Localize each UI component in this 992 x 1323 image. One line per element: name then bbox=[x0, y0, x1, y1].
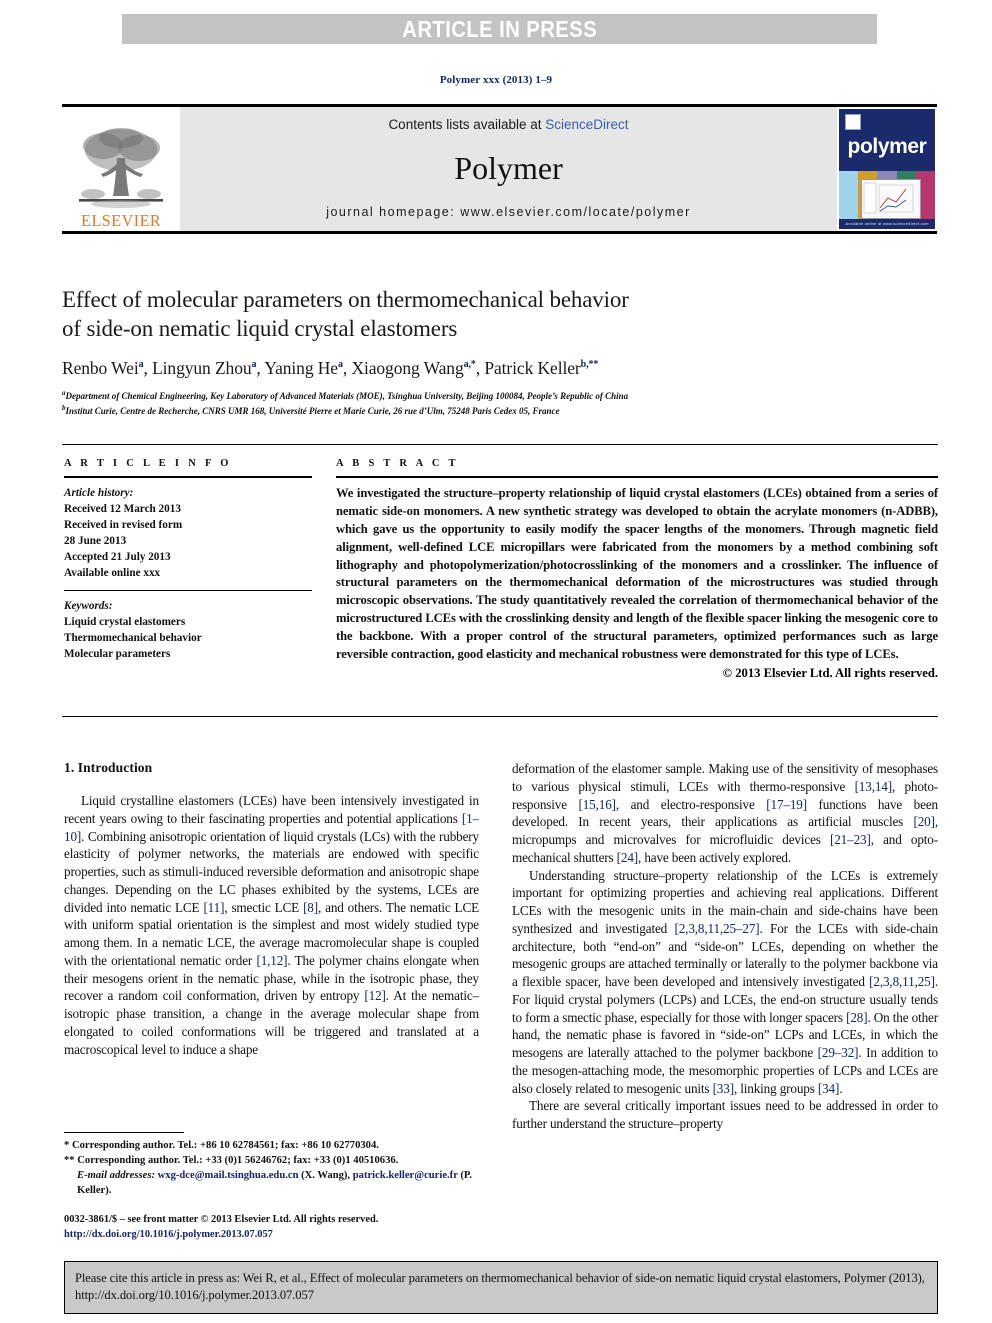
article-first-page: ARTICLE IN PRESS Polymer xxx (2013) 1–9 bbox=[0, 0, 992, 1323]
email-owner-wang: (X. Wang), bbox=[301, 1170, 351, 1182]
article-in-press-label: ARTICLE IN PRESS bbox=[402, 15, 597, 42]
keywords-label: Keywords: bbox=[64, 600, 113, 613]
affiliation-text: Department of Chemical Engineering, Key … bbox=[65, 390, 629, 401]
article-info-column: A R T I C L E I N F O Article history: R… bbox=[64, 458, 312, 662]
journal-cover-wrapper: polymer Available online at www.scienced… bbox=[837, 107, 937, 231]
keyword-item: Liquid crystal elastomers bbox=[64, 616, 186, 629]
affiliation-item: aDepartment of Chemical Engineering, Key… bbox=[62, 388, 938, 404]
divider-above-abstract bbox=[62, 444, 938, 445]
cover-journal-title: polymer bbox=[847, 135, 927, 158]
abstract-copyright: © 2013 Elsevier Ltd. All rights reserved… bbox=[722, 665, 938, 680]
body-paragraph: There are several critically important i… bbox=[512, 1098, 938, 1131]
article-history-label: Article history: bbox=[64, 487, 134, 499]
contents-lists-prefix: Contents lists available at bbox=[388, 117, 546, 132]
elsevier-tree-icon bbox=[73, 124, 169, 212]
body-column-right: deformation of the elastomer sample. Mak… bbox=[512, 760, 938, 1133]
page-title: Effect of molecular parameters on thermo… bbox=[62, 286, 938, 344]
divider-below-abstract bbox=[62, 716, 938, 717]
keyword-item: Molecular parameters bbox=[64, 648, 171, 661]
abstract-column: A B S T R A C T We investigated the stru… bbox=[336, 458, 938, 681]
history-item: Accepted 21 July 2013 bbox=[64, 551, 171, 564]
email-link-keller[interactable]: patrick.keller@curie.fr bbox=[353, 1170, 458, 1181]
affiliation-list: aDepartment of Chemical Engineering, Key… bbox=[62, 388, 938, 419]
author-affil-mark: a bbox=[251, 359, 257, 371]
article-in-press-banner: ARTICLE IN PRESS bbox=[122, 14, 877, 44]
author-affil-mark: b,** bbox=[580, 359, 599, 371]
title-block: Effect of molecular parameters on thermo… bbox=[62, 286, 938, 419]
abstract-rule bbox=[336, 476, 938, 478]
citation-notice-box: Please cite this article in press as: We… bbox=[64, 1261, 938, 1314]
body-column-left: 1. Introduction Liquid crystalline elast… bbox=[64, 760, 479, 1058]
journal-title: Polymer bbox=[454, 149, 563, 186]
keywords-rule bbox=[64, 590, 312, 592]
cover-publisher-badge-icon bbox=[845, 114, 861, 130]
journal-cover-image: polymer Available online at www.scienced… bbox=[839, 109, 935, 229]
author-name: Patrick Keller bbox=[484, 357, 581, 378]
email-addresses-label: E-mail addresses: bbox=[77, 1170, 155, 1182]
body-paragraph: deformation of the elastomer sample. Mak… bbox=[512, 761, 938, 865]
history-item: Received in revised form bbox=[64, 519, 183, 532]
history-item: Received 12 March 2013 bbox=[64, 503, 181, 516]
elsevier-wordmark: ELSEVIER bbox=[80, 211, 162, 230]
journal-homepage-line[interactable]: journal homepage: www.elsevier.com/locat… bbox=[326, 205, 691, 219]
article-info-rule bbox=[64, 476, 312, 478]
cover-inset-figure bbox=[861, 179, 921, 219]
corresponding-author-note-1: * Corresponding author. Tel.: +86 10 627… bbox=[64, 1140, 379, 1151]
title-line-2: of side-on nematic liquid crystal elasto… bbox=[62, 315, 458, 341]
author-affil-mark: a bbox=[138, 359, 144, 371]
abstract-text: We investigated the structure–property r… bbox=[336, 486, 938, 661]
author-affil-mark: a,* bbox=[463, 359, 476, 371]
history-item: Available online xxx bbox=[64, 567, 161, 580]
citation-notice-text: Please cite this article in press as: We… bbox=[75, 1271, 925, 1302]
author-name: Yaning He bbox=[264, 357, 338, 378]
affiliation-item: bInstitut Curie, Centre de Recherche, CN… bbox=[62, 403, 938, 419]
abstract-heading: A B S T R A C T bbox=[336, 458, 459, 469]
body-paragraph: Liquid crystalline elastomers (LCEs) hav… bbox=[64, 793, 479, 1057]
front-matter-line: 0032-3861/$ – see front matter © 2013 El… bbox=[64, 1214, 379, 1225]
title-line-1: Effect of molecular parameters on thermo… bbox=[62, 287, 629, 312]
footnote-rule bbox=[64, 1132, 184, 1133]
history-item: 28 June 2013 bbox=[64, 535, 127, 548]
affiliation-text: Institut Curie, Centre de Recherche, CNR… bbox=[65, 406, 560, 417]
article-history-block: Article history: Received 12 March 2013 … bbox=[64, 485, 312, 581]
section-heading-introduction: 1. Introduction bbox=[64, 760, 153, 775]
masthead-center-panel: Contents lists available at ScienceDirec… bbox=[180, 107, 837, 231]
keyword-item: Thermomechanical behavior bbox=[64, 632, 202, 645]
body-paragraph: Understanding structure–property relatio… bbox=[512, 867, 938, 1096]
footnote-block: * Corresponding author. Tel.: +86 10 627… bbox=[64, 1132, 479, 1198]
keywords-block: Keywords: Liquid crystal elastomers Ther… bbox=[64, 598, 312, 662]
article-info-heading: A R T I C L E I N F O bbox=[64, 458, 232, 469]
doi-link[interactable]: http://dx.doi.org/10.1016/j.polymer.2013… bbox=[64, 1227, 504, 1242]
author-list: Renbo Weia, Lingyun Zhoua, Yaning Hea, X… bbox=[62, 357, 599, 378]
author-name: Xiaogong Wang bbox=[351, 357, 464, 378]
author-name: Renbo Wei bbox=[62, 357, 139, 378]
elsevier-logo: ELSEVIER bbox=[62, 107, 180, 231]
sciencedirect-link[interactable]: ScienceDirect bbox=[545, 117, 628, 132]
corresponding-author-note-2: ** Corresponding author. Tel.: +33 (0)1 … bbox=[64, 1155, 399, 1167]
email-addresses-note: E-mail addresses: wxg-dce@mail.tsinghua.… bbox=[64, 1168, 479, 1198]
email-link-wang[interactable]: wxg-dce@mail.tsinghua.edu.cn bbox=[158, 1170, 299, 1181]
journal-masthead: ELSEVIER Contents lists available at Sci… bbox=[62, 104, 937, 234]
author-name: Lingyun Zhou bbox=[152, 357, 252, 378]
front-matter-block: 0032-3861/$ – see front matter © 2013 El… bbox=[64, 1212, 504, 1242]
contents-lists-line: Contents lists available at ScienceDirec… bbox=[388, 117, 628, 132]
journal-reference-line: Polymer xxx (2013) 1–9 bbox=[439, 74, 553, 86]
cover-footer-text: Available online at www.sciencedirect.co… bbox=[845, 221, 929, 226]
author-affil-mark: a bbox=[337, 359, 343, 371]
